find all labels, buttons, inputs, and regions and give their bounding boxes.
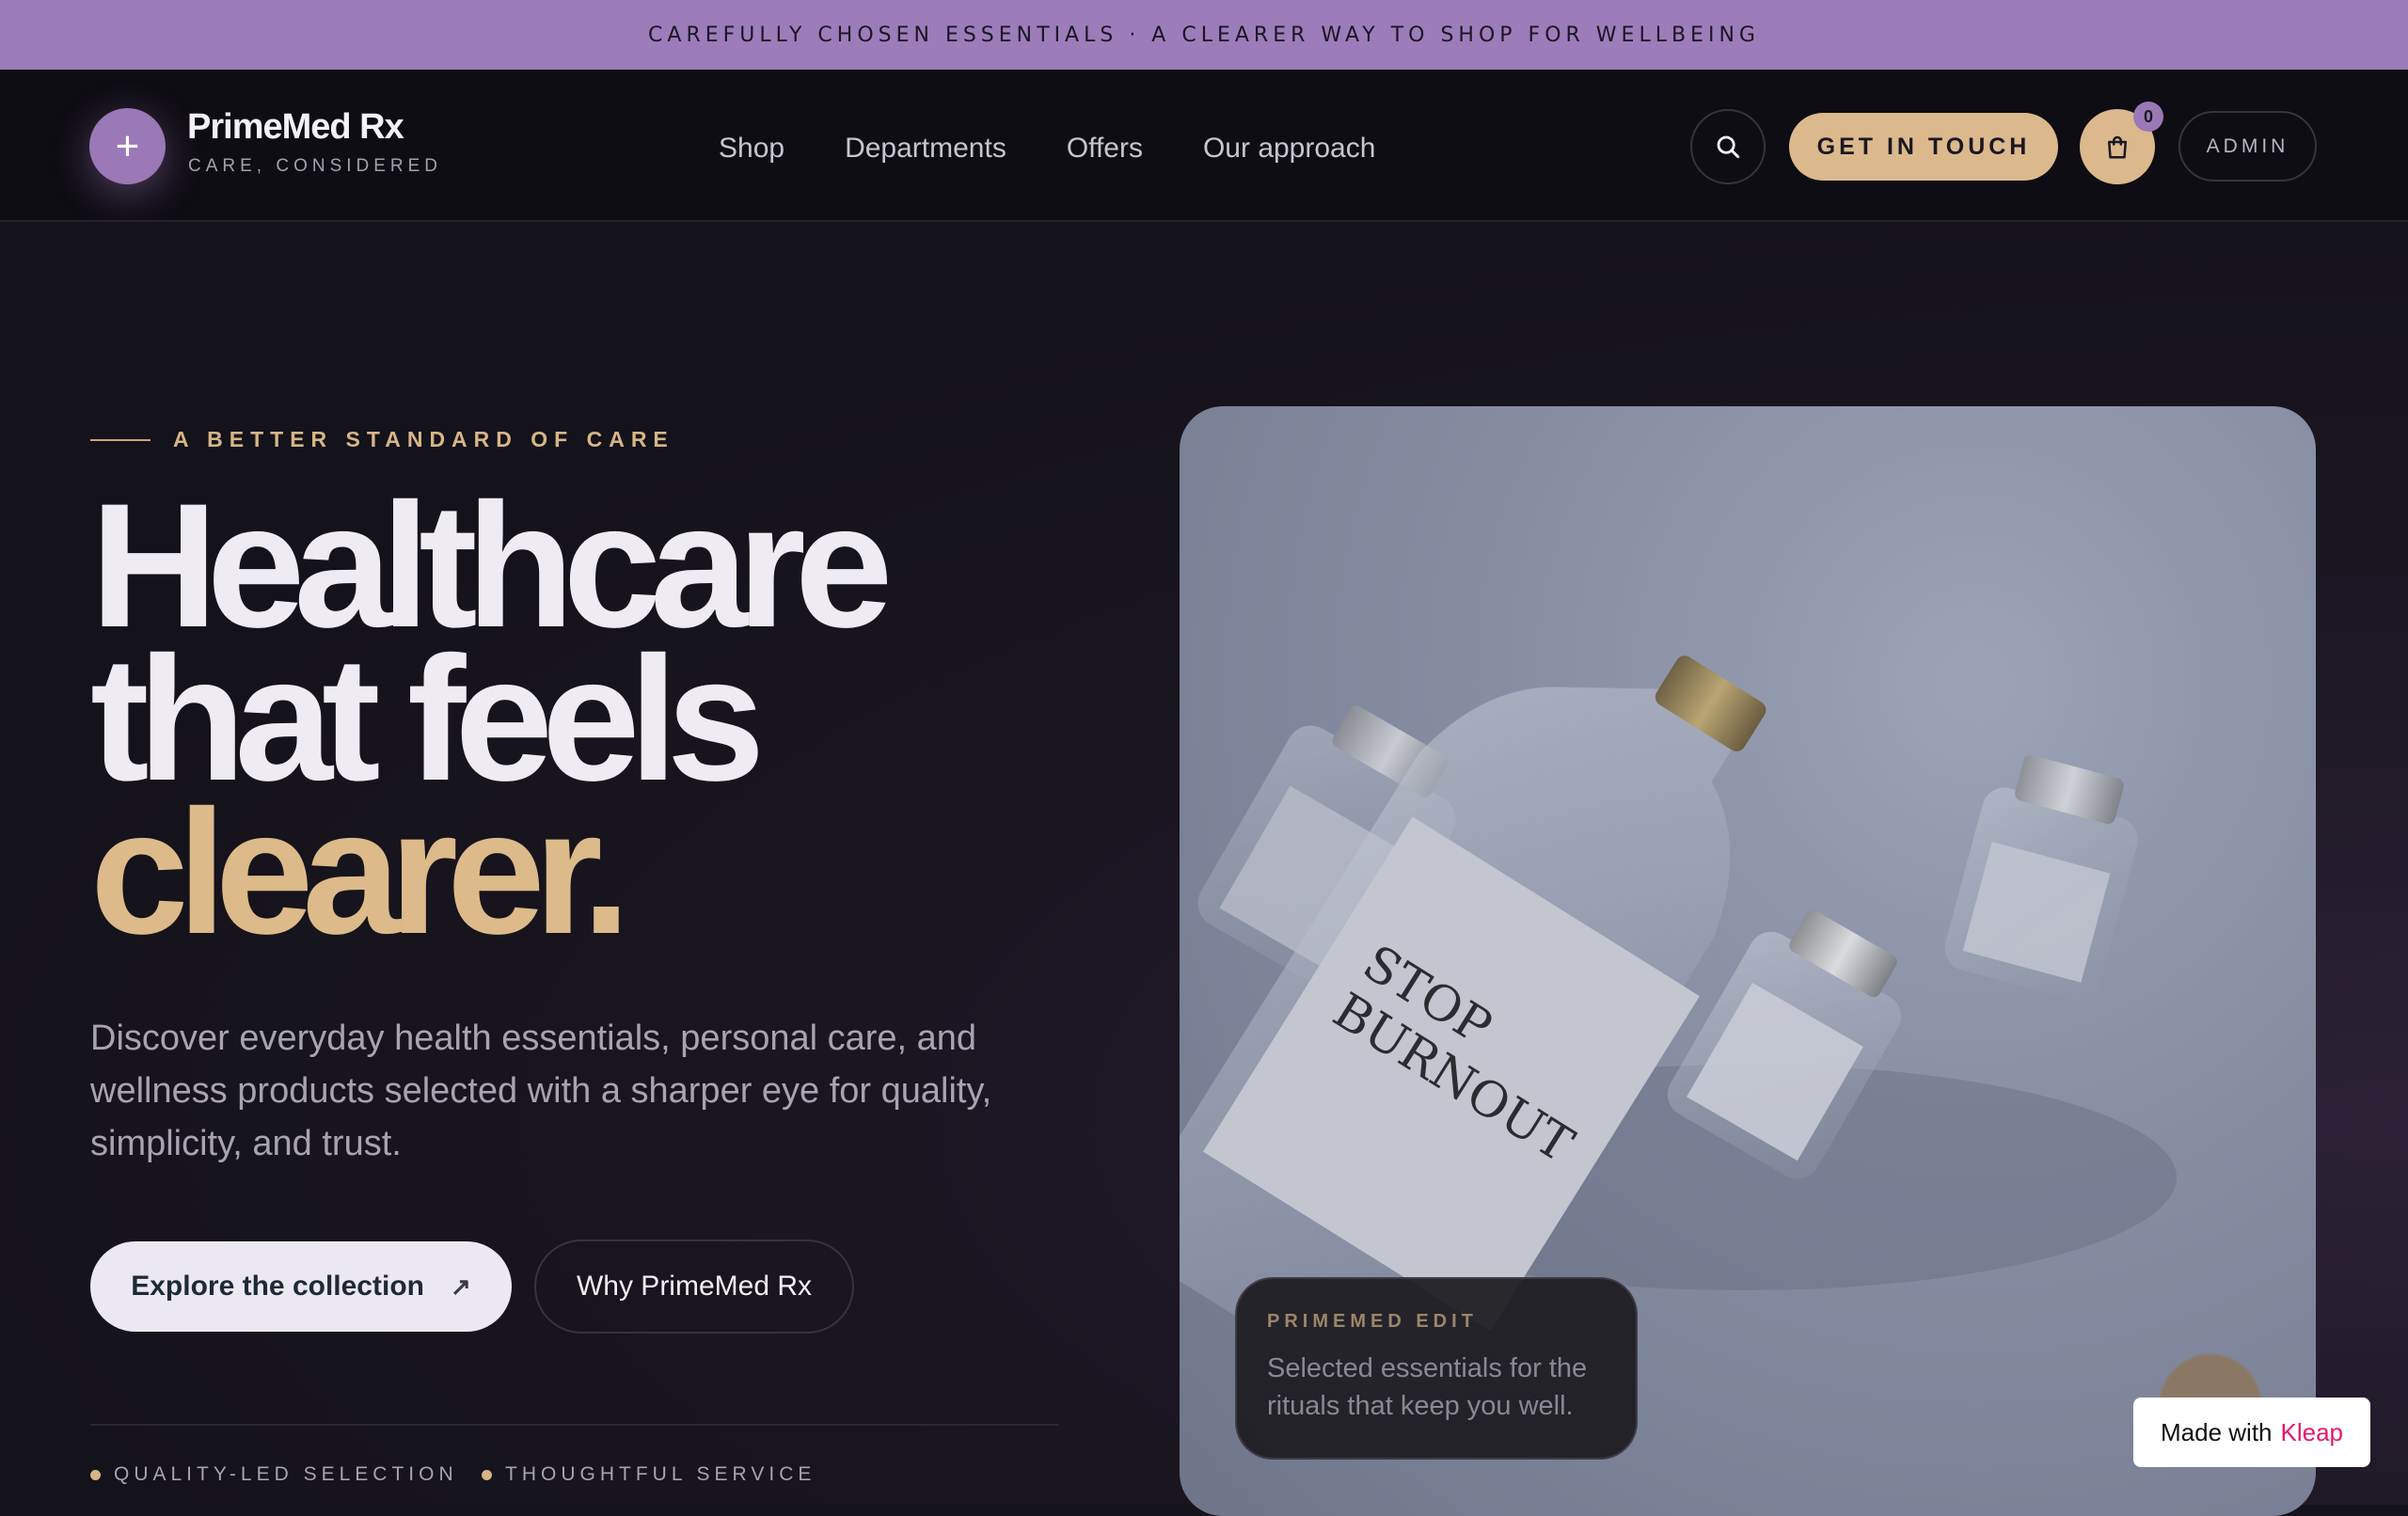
nav-item-departments[interactable]: Departments [845,133,1006,165]
nav-item-shop[interactable]: Shop [719,133,784,165]
badge-brand: Kleap [2280,1417,2344,1446]
feature-label: THOUGHTFUL SERVICE [505,1463,816,1485]
hero-eyebrow: A BETTER STANDARD OF CARE [173,427,674,451]
feature-quality: QUALITY-LED SELECTION [90,1463,458,1486]
search-button[interactable] [1690,109,1766,184]
nav-item-offers[interactable]: Offers [1067,133,1143,165]
hero-divider [90,1424,1059,1426]
admin-button[interactable]: ADMIN [2178,111,2317,182]
site-header: + PrimeMed Rx CARE, CONSIDERED Shop Depa… [0,70,2408,222]
plus-icon[interactable]: + [89,108,166,184]
made-with-kleap-badge[interactable]: Made with Kleap [2133,1398,2370,1467]
brand-name[interactable]: PrimeMed Rx [187,107,404,148]
eyebrow-rule [90,439,150,441]
shopping-bag-icon [2108,135,2127,159]
announcement-bar: CAREFULLY CHOSEN ESSENTIALS · A CLEARER … [0,0,2408,70]
explore-collection-button[interactable]: Explore the collection ↗ [90,1241,512,1332]
explore-collection-label: Explore the collection [131,1271,424,1302]
feature-label: QUALITY-LED SELECTION [114,1463,458,1485]
bullet-dot-icon [90,1469,101,1480]
hero-headline: Healthcare that feels clearer. [90,477,893,971]
brand-tagline: CARE, CONSIDERED [188,156,443,176]
cart-count-badge: 0 [2133,102,2163,132]
why-primemed-button[interactable]: Why PrimeMed Rx [534,1240,854,1334]
edit-card-text: Selected essentials for the rituals that… [1267,1353,1588,1421]
search-icon [1717,135,1740,159]
hero-description: Discover everyday health essentials, per… [90,1019,992,1163]
get-in-touch-button[interactable]: GET IN TOUCH [1789,113,2058,181]
nav-item-our-approach[interactable]: Our approach [1203,133,1375,165]
main-nav: Shop Departments Offers Our approach [719,130,1375,167]
arrow-up-right-icon: ↗ [450,1271,471,1301]
feature-service: THOUGHTFUL SERVICE [482,1463,816,1486]
edit-card-label: PRIMEMED EDIT [1267,1311,1478,1332]
headline-accent: clearer. [90,773,631,971]
badge-prefix: Made with [2161,1417,2273,1446]
primemed-edit-card: PRIMEMED EDIT Selected essentials for th… [1235,1277,1638,1460]
bullet-dot-icon [482,1469,492,1480]
